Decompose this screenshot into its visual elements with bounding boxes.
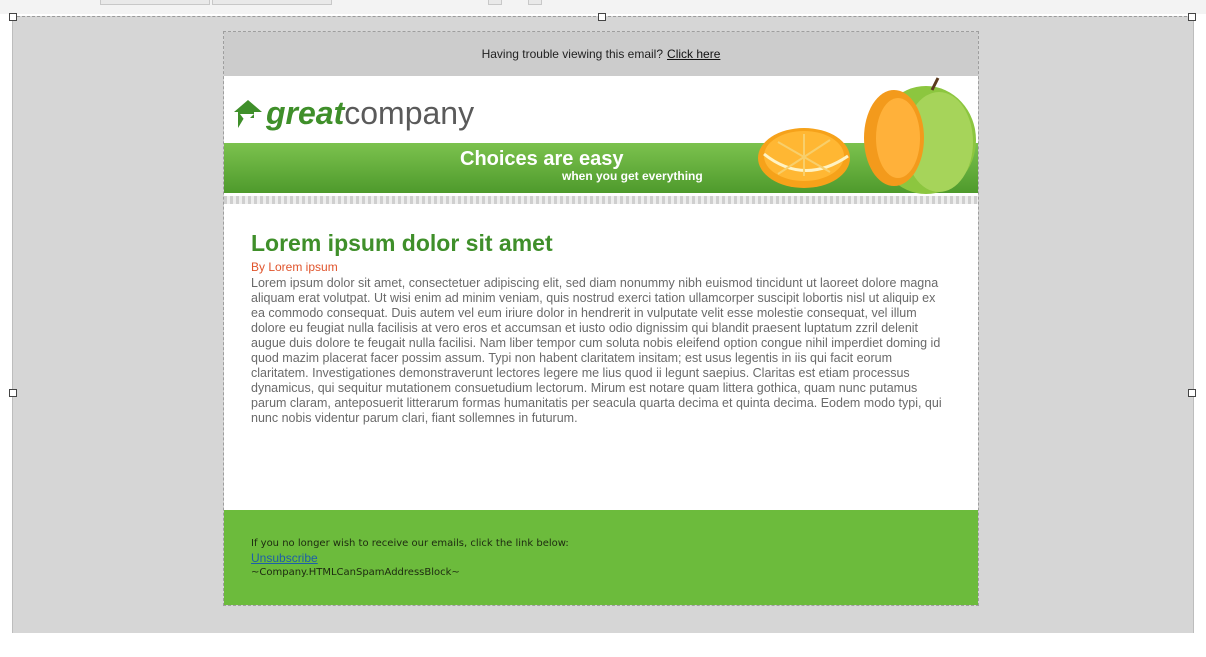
resize-handle-left[interactable] (9, 389, 17, 397)
preheader: Having trouble viewing this email? Click… (224, 32, 978, 76)
logo-text: company (344, 95, 475, 131)
view-online-link[interactable]: Click here (667, 47, 720, 61)
unsubscribe-link[interactable]: Unsubscribe (251, 551, 318, 565)
email-template[interactable]: Having trouble viewing this email? Click… (223, 31, 979, 606)
article-title: Lorem ipsum dolor sit amet (251, 230, 553, 256)
logo-text-bold: great (266, 95, 345, 131)
email-footer: If you no longer wish to receive our ema… (224, 510, 978, 605)
resize-handle-top[interactable] (598, 13, 606, 21)
apple-icon (864, 77, 976, 194)
resize-handle-right[interactable] (1188, 389, 1196, 397)
preheader-text: Having trouble viewing this email? (481, 47, 664, 61)
fruit-image (758, 77, 976, 194)
toolbar-fragment (100, 0, 210, 5)
toolbar-fragment (528, 0, 542, 5)
article-byline: By Lorem ipsum (251, 260, 338, 274)
editor-toolbar-strip (0, 0, 1206, 14)
orange-slice-icon (758, 128, 850, 188)
banner-divider (224, 196, 978, 204)
address-block: ~Company.HTMLCanSpamAddressBlock~ (251, 567, 460, 578)
footer-note: If you no longer wish to receive our ema… (251, 538, 569, 549)
toolbar-fragment (212, 0, 332, 5)
banner-tagline: Choices are easy (460, 148, 624, 170)
toolbar-fragment (488, 0, 502, 5)
resize-handle-top-left[interactable] (9, 13, 17, 21)
article-body: Lorem ipsum dolor sit amet, consectetuer… (251, 276, 942, 425)
article-section[interactable]: Lorem ipsum dolor sit amet By Lorem ipsu… (224, 204, 978, 510)
company-logo: great company (234, 84, 474, 132)
logo-mark-icon (234, 100, 262, 128)
banner-subtagline: when you get everything (562, 169, 703, 183)
resize-handle-top-right[interactable] (1188, 13, 1196, 21)
